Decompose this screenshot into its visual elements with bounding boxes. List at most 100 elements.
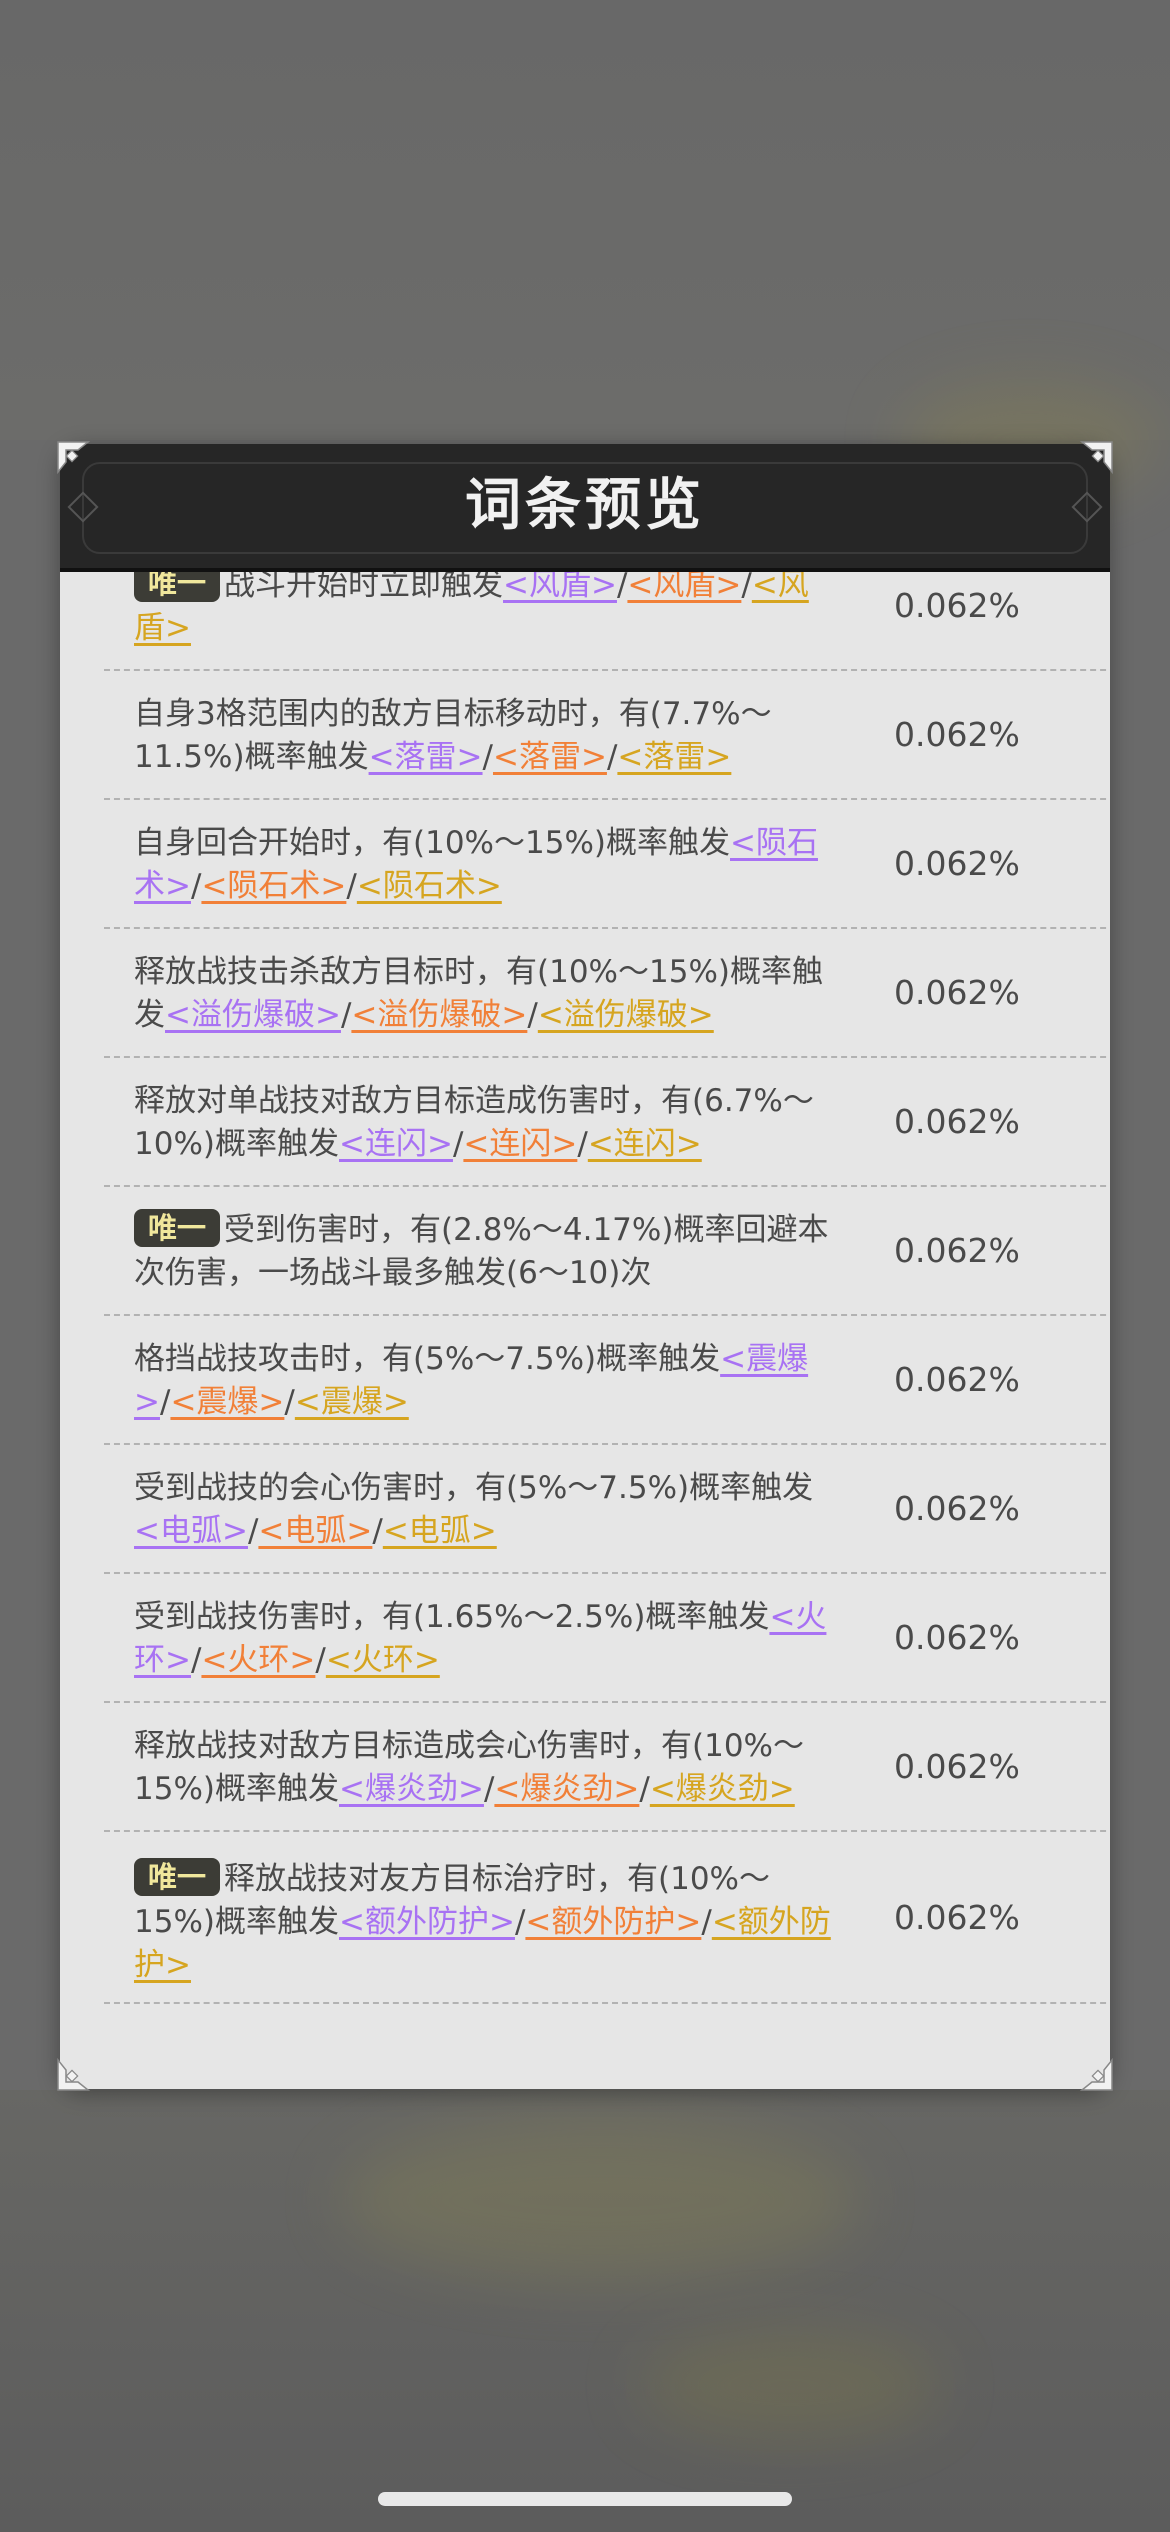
entry-description: 受到战技的会心伤害时，有(5%～7.5%)概率触发<电弧>/<电弧>/<电弧>: [134, 1467, 834, 1553]
unique-badge: 唯一: [134, 572, 221, 602]
entry-description: 释放战技击杀敌方目标时，有(10%～15%)概率触发<溢伤爆破>/<溢伤爆破>/…: [134, 951, 834, 1037]
entry-description: 自身3格范围内的敌方目标移动时，有(7.7%～11.5%)概率触发<落雷>/<落…: [134, 693, 834, 779]
entry-row: 自身3格范围内的敌方目标移动时，有(7.7%～11.5%)概率触发<落雷>/<落…: [104, 671, 1110, 800]
skill-link-orange[interactable]: <爆炎劲>: [494, 1771, 639, 1807]
entry-probability: 0.062%: [894, 715, 1020, 754]
entry-row: 唯一 战斗开始时立即触发<风盾>/<风盾>/<风盾> 0.062%: [104, 572, 1110, 671]
entry-row: 受到战技的会心伤害时，有(5%～7.5%)概率触发<电弧>/<电弧>/<电弧> 0…: [104, 1445, 1110, 1574]
entry-description: 释放战技对敌方目标造成会心伤害时，有(10%～15%)概率触发<爆炎劲>/<爆炎…: [134, 1725, 834, 1811]
entry-row: 释放战技击杀敌方目标时，有(10%～15%)概率触发<溢伤爆破>/<溢伤爆破>/…: [104, 929, 1110, 1058]
link-separator: /: [247, 1513, 259, 1549]
skill-link-orange[interactable]: <风盾>: [627, 572, 741, 603]
dialog-title: 词条预览: [465, 473, 705, 538]
skill-link-purple[interactable]: <风盾>: [503, 572, 617, 603]
skill-link-purple[interactable]: <溢伤爆破>: [165, 997, 341, 1033]
link-separator: /: [482, 739, 493, 775]
entry-description: 唯一 战斗开始时立即触发<风盾>/<风盾>/<风盾>: [134, 572, 834, 650]
entry-description: 格挡战技攻击时，有(5%～7.5%)概率触发<震爆>/<震爆>/<震爆>: [134, 1338, 834, 1424]
link-separator: /: [701, 1904, 712, 1940]
link-separator: /: [606, 739, 618, 775]
link-separator: /: [741, 572, 752, 603]
skill-link-orange[interactable]: <额外防护>: [525, 1904, 701, 1940]
skill-link-orange[interactable]: <落雷>: [493, 739, 607, 775]
skill-link-orange[interactable]: <火环>: [201, 1642, 315, 1678]
entry-row: 释放对单战技对敌方目标造成伤害时，有(6.7%～10%)概率触发<连闪>/<连闪…: [104, 1058, 1110, 1187]
corner-ornament-icon: [56, 440, 91, 475]
corner-ornament-icon: [1079, 440, 1114, 475]
entry-probability: 0.062%: [894, 1618, 1020, 1657]
skill-link-orange[interactable]: <连闪>: [463, 1126, 577, 1162]
link-separator: /: [340, 997, 352, 1033]
entry-description: 释放对单战技对敌方目标造成伤害时，有(6.7%～10%)概率触发<连闪>/<连闪…: [134, 1080, 834, 1166]
unique-badge: 唯一: [134, 1209, 221, 1247]
link-separator: /: [190, 1642, 202, 1678]
link-separator: /: [639, 1771, 650, 1807]
background-blur: [340, 2120, 860, 2280]
entry-text: 格挡战技攻击时，有(5%～7.5%)概率触发: [134, 1341, 721, 1377]
link-separator: /: [284, 1384, 295, 1420]
entry-text: 自身回合开始时，有(10%～15%)概率触发: [134, 825, 730, 861]
background-top: [0, 0, 1170, 440]
entry-text: 战斗开始时立即触发: [224, 572, 504, 603]
skill-link-gold[interactable]: <震爆>: [295, 1384, 409, 1420]
entry-description: 唯一 受到伤害时，有(2.8%～4.17%)概率回避本次伤害，一场战斗最多触发(6…: [134, 1209, 834, 1295]
entry-list-scroll[interactable]: 唯一 战斗开始时立即触发<风盾>/<风盾>/<风盾> 0.062% 自身3格范围内的敌…: [60, 572, 1110, 2089]
entry-row: 自身回合开始时，有(10%～15%)概率触发<陨石术>/<陨石术>/<陨石术> 0…: [104, 800, 1110, 929]
home-indicator[interactable]: [378, 2492, 792, 2506]
entry-probability: 0.062%: [894, 973, 1020, 1012]
skill-link-orange[interactable]: <溢伤爆破>: [351, 997, 527, 1033]
entry-row: 格挡战技攻击时，有(5%～7.5%)概率触发<震爆>/<震爆>/<震爆> 0.06…: [104, 1316, 1110, 1445]
link-separator: /: [452, 1126, 464, 1162]
entry-probability: 0.062%: [894, 1897, 1020, 1937]
entry-row: 唯一 释放战技对友方目标治疗时，有(10%～15%)概率触发<额外防护>/<额外防…: [104, 1832, 1110, 2004]
link-separator: /: [159, 1384, 171, 1420]
dialog-header: 词条预览: [60, 444, 1110, 572]
entry-description: 自身回合开始时，有(10%～15%)概率触发<陨石术>/<陨石术>/<陨石术>: [134, 822, 834, 908]
skill-link-gold[interactable]: <爆炎劲>: [650, 1771, 795, 1807]
entry-list: 唯一 战斗开始时立即触发<风盾>/<风盾>/<风盾> 0.062% 自身3格范围内的敌…: [104, 572, 1110, 2004]
link-separator: /: [616, 572, 628, 603]
skill-link-orange[interactable]: <电弧>: [258, 1513, 372, 1549]
link-separator: /: [346, 868, 357, 904]
background-blur: [640, 2330, 940, 2440]
skill-link-gold[interactable]: <陨石术>: [357, 868, 502, 904]
entry-probability: 0.062%: [894, 1489, 1020, 1528]
unique-badge: 唯一: [134, 1858, 221, 1896]
link-separator: /: [483, 1771, 495, 1807]
link-separator: /: [577, 1126, 588, 1162]
entry-probability: 0.062%: [894, 1102, 1020, 1141]
entry-probability: 0.062%: [894, 1231, 1020, 1270]
entry-text: 受到战技的会心伤害时，有(5%～7.5%)概率触发: [134, 1470, 814, 1506]
skill-link-purple[interactable]: <额外防护>: [339, 1904, 515, 1940]
entry-probability: 0.062%: [894, 844, 1020, 883]
skill-link-purple[interactable]: <爆炎劲>: [339, 1771, 484, 1807]
skill-link-orange[interactable]: <震爆>: [170, 1384, 284, 1420]
entry-preview-dialog: 词条预览 唯一 战斗开始时立即触发<风盾>/<风盾>/<风盾> 0.062% 自身3格…: [60, 444, 1110, 2089]
entry-description: 唯一 释放战技对友方目标治疗时，有(10%～15%)概率触发<额外防护>/<额外防…: [134, 1858, 834, 1987]
entry-probability: 0.062%: [894, 1360, 1020, 1399]
skill-link-orange[interactable]: <陨石术>: [201, 868, 346, 904]
entry-probability: 0.062%: [894, 1747, 1020, 1786]
skill-link-purple[interactable]: <落雷>: [369, 739, 483, 775]
entry-text: 受到伤害时，有(2.8%～4.17%)概率回避本次伤害，一场战斗最多触发(6～1…: [134, 1212, 829, 1291]
skill-link-purple[interactable]: <连闪>: [339, 1126, 453, 1162]
corner-ornament-icon: [1079, 2057, 1114, 2092]
link-separator: /: [315, 1642, 326, 1678]
skill-link-gold[interactable]: <火环>: [326, 1642, 440, 1678]
skill-link-purple[interactable]: <电弧>: [134, 1513, 248, 1549]
entry-row: 释放战技对敌方目标造成会心伤害时，有(10%～15%)概率触发<爆炎劲>/<爆炎…: [104, 1703, 1110, 1832]
skill-link-gold[interactable]: <连闪>: [588, 1126, 702, 1162]
entry-probability: 0.062%: [894, 586, 1020, 625]
corner-ornament-icon: [56, 2057, 91, 2092]
skill-link-gold[interactable]: <电弧>: [383, 1513, 497, 1549]
link-separator: /: [372, 1513, 383, 1549]
entry-row: 受到战技伤害时，有(1.65%～2.5%)概率触发<火环>/<火环>/<火环> 0…: [104, 1574, 1110, 1703]
link-separator: /: [514, 1904, 526, 1940]
entry-text: 受到战技伤害时，有(1.65%～2.5%)概率触发: [134, 1599, 770, 1635]
skill-link-gold[interactable]: <溢伤爆破>: [538, 997, 714, 1033]
link-separator: /: [190, 868, 202, 904]
skill-link-gold[interactable]: <落雷>: [617, 739, 731, 775]
link-separator: /: [527, 997, 538, 1033]
entry-description: 受到战技伤害时，有(1.65%～2.5%)概率触发<火环>/<火环>/<火环>: [134, 1596, 834, 1682]
entry-row: 唯一 受到伤害时，有(2.8%～4.17%)概率回避本次伤害，一场战斗最多触发(6…: [104, 1187, 1110, 1316]
